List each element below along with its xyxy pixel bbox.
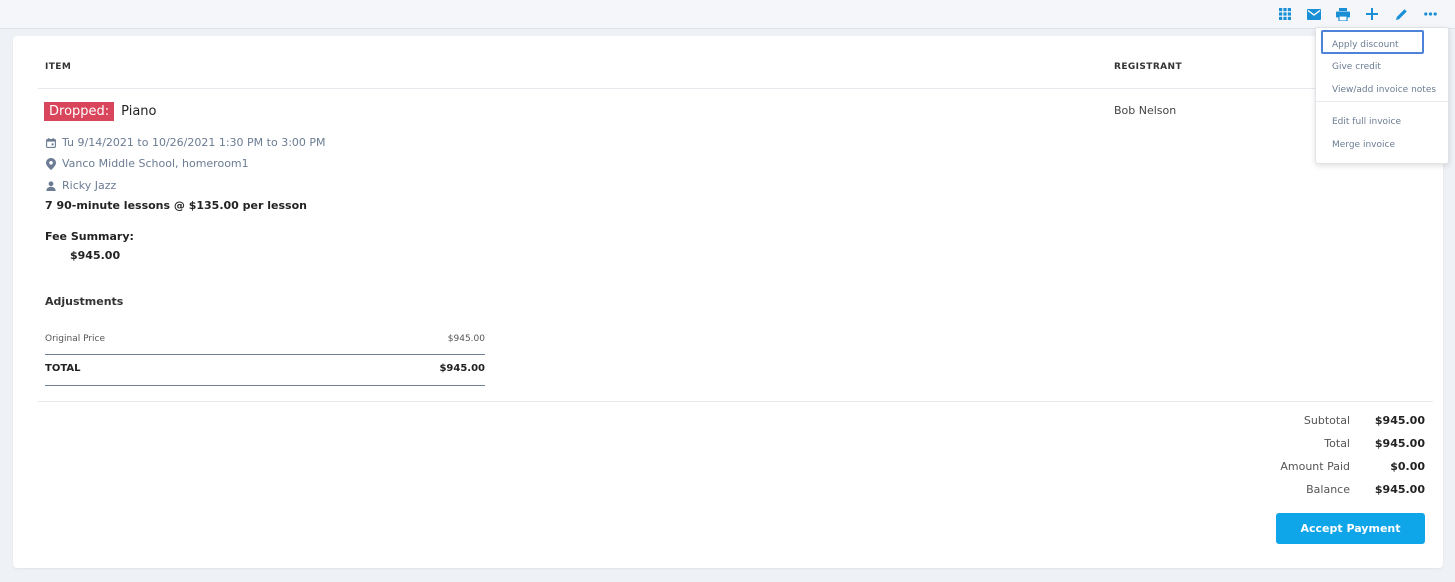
subtotal-label: Subtotal — [1303, 414, 1350, 427]
menu-divider — [1316, 101, 1448, 102]
calendar-icon — [46, 137, 56, 148]
balance-label: Balance — [1306, 483, 1350, 496]
menu-item-give-credit[interactable]: Give credit — [1332, 62, 1381, 72]
item-name: Piano — [121, 104, 157, 119]
subtotal-value: $945.00 — [1374, 414, 1425, 427]
menu-item-merge-invoice[interactable]: Merge invoice — [1332, 140, 1395, 150]
header-divider — [38, 88, 1433, 89]
total-value: $945.00 — [1374, 437, 1425, 450]
balance-value: $945.00 — [1374, 483, 1425, 496]
invoice-card: ITEM REGISTRANT Dropped: Piano Tu 9/14/2… — [13, 36, 1443, 568]
total-label: Total — [1324, 437, 1350, 450]
item-location: Vanco Middle School, homeroom1 — [46, 157, 249, 170]
summary-row-total: Total $945.00 — [1150, 437, 1425, 450]
adjustment-row-total: TOTAL $945.00 — [45, 363, 485, 374]
pencil-icon[interactable] — [1392, 5, 1410, 23]
amount-paid-value: $0.00 — [1390, 460, 1425, 473]
menu-item-apply-discount[interactable]: Apply discount — [1332, 40, 1399, 50]
person-icon — [46, 180, 56, 191]
invoice-toolbar — [1276, 4, 1439, 24]
item-title-row: Dropped: Piano — [44, 102, 157, 121]
summary-row-amount-paid: Amount Paid $0.00 — [1150, 460, 1425, 473]
lessons-description: 7 90-minute lessons @ $135.00 per lesson — [45, 199, 307, 212]
adjustments-bottom-divider — [45, 385, 485, 386]
amount-paid-label: Amount Paid — [1280, 460, 1350, 473]
adjustment-row-original: Original Price $945.00 — [45, 334, 485, 344]
grid-icon[interactable] — [1276, 5, 1294, 23]
summary-row-balance: Balance $945.00 — [1150, 483, 1425, 496]
item-instructor: Ricky Jazz — [46, 179, 116, 192]
mail-icon[interactable] — [1305, 5, 1323, 23]
column-header-item: ITEM — [45, 62, 72, 72]
adjustments-total-value: $945.00 — [439, 363, 485, 374]
location-pin-icon — [46, 157, 56, 170]
print-icon[interactable] — [1334, 5, 1352, 23]
menu-item-view-add-invoice-notes[interactable]: View/add invoice notes — [1332, 85, 1436, 95]
section-divider — [38, 401, 1433, 402]
item-schedule: Tu 9/14/2021 to 10/26/2021 1:30 PM to 3:… — [46, 136, 326, 149]
more-icon[interactable] — [1421, 5, 1439, 23]
top-bar — [0, 0, 1455, 29]
summary-row-subtotal: Subtotal $945.00 — [1150, 414, 1425, 427]
fee-summary-label: Fee Summary: — [45, 230, 134, 243]
accept-payment-button[interactable]: Accept Payment — [1276, 513, 1425, 544]
adjustments-total-label: TOTAL — [45, 363, 81, 374]
original-price-value: $945.00 — [447, 334, 485, 344]
status-badge: Dropped: — [44, 102, 115, 121]
schedule-text: Tu 9/14/2021 to 10/26/2021 1:30 PM to 3:… — [62, 136, 326, 149]
menu-item-edit-full-invoice[interactable]: Edit full invoice — [1332, 117, 1401, 127]
column-header-registrant: REGISTRANT — [1114, 62, 1183, 72]
instructor-text: Ricky Jazz — [62, 179, 117, 192]
adjustments-divider — [45, 354, 485, 355]
fee-summary-value: $945.00 — [70, 249, 121, 262]
location-text: Vanco Middle School, homeroom1 — [62, 157, 249, 170]
more-actions-menu: Apply discount Give credit View/add invo… — [1315, 27, 1449, 164]
adjustments-title: Adjustments — [45, 295, 124, 308]
registrant-name: Bob Nelson — [1114, 104, 1177, 117]
plus-icon[interactable] — [1363, 5, 1381, 23]
original-price-label: Original Price — [45, 334, 106, 344]
